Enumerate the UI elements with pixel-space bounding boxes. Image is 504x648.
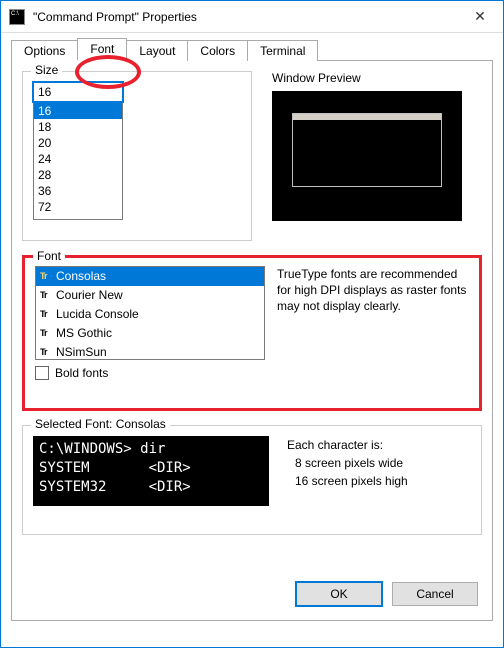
font-item-label: NSimSun [56,344,107,360]
tab-colors[interactable]: Colors [187,40,248,61]
preview-window-icon [292,113,442,187]
size-input[interactable] [33,82,123,102]
size-group-title: Size [31,63,62,77]
font-sample-box: C:\WINDOWS> dir SYSTEM <DIR> SYSTEM32 <D… [33,436,269,506]
truetype-icon: Tr [40,287,54,304]
tab-strip: Options Font Layout Colors Terminal [11,37,493,61]
close-icon: ✕ [474,8,486,25]
preview-box [272,91,462,221]
size-item[interactable]: 24 [34,151,122,167]
font-item-label: MS Gothic [56,325,112,342]
bold-fonts-checkbox[interactable] [35,366,49,380]
truetype-icon: Tr [40,306,54,323]
character-dimensions: Each character is: 8 screen pixels wide … [287,436,408,490]
tab-layout[interactable]: Layout [126,40,188,61]
font-group-title: Font [33,249,65,263]
font-listbox[interactable]: Tr Consolas Tr Courier New Tr Lucida Con… [35,266,265,360]
titlebar: "Command Prompt" Properties ✕ [1,1,503,33]
properties-window: "Command Prompt" Properties ✕ Options Fo… [0,0,504,648]
font-group: Font Tr Consolas Tr Courier New Tr [22,255,482,411]
truetype-icon: Tr [40,344,54,360]
char-height-text: 16 screen pixels high [287,472,408,490]
char-intro: Each character is: [287,438,383,452]
size-item[interactable]: 36 [34,183,122,199]
content-area: Options Font Layout Colors Terminal Size… [1,33,503,647]
size-group: Size 16 18 20 24 28 36 72 [22,71,252,241]
size-listbox[interactable]: 16 18 20 24 28 36 72 [33,102,123,220]
dialog-buttons: OK Cancel [296,582,478,606]
font-item[interactable]: Tr Courier New [36,286,264,305]
font-item[interactable]: Tr MS Gothic [36,324,264,343]
font-item[interactable]: Tr Lucida Console [36,305,264,324]
window-preview-area: Window Preview [272,71,462,255]
font-item-label: Lucida Console [56,306,139,323]
tab-panel-font: Size 16 18 20 24 28 36 72 Window Preview [11,61,493,621]
truetype-icon: Tr [40,325,54,342]
font-item[interactable]: Tr NSimSun [36,343,264,360]
selected-font-group: Selected Font: Consolas C:\WINDOWS> dir … [22,425,482,535]
app-icon [9,9,25,25]
size-item[interactable]: 28 [34,167,122,183]
font-item-label: Consolas [56,268,106,285]
font-description: TrueType fonts are recommended for high … [277,266,467,360]
bold-fonts-label: Bold fonts [55,366,108,380]
size-item[interactable]: 72 [34,199,122,215]
selected-font-title: Selected Font: Consolas [31,417,170,431]
tab-terminal[interactable]: Terminal [247,40,318,61]
char-width-text: 8 screen pixels wide [287,454,408,472]
font-item[interactable]: Tr Consolas [36,267,264,286]
ok-button[interactable]: OK [296,582,382,606]
cancel-button[interactable]: Cancel [392,582,478,606]
truetype-icon: Tr [40,268,54,285]
font-item-label: Courier New [56,287,123,304]
window-title: "Command Prompt" Properties [33,10,457,24]
tab-font[interactable]: Font [77,38,127,61]
size-item[interactable]: 20 [34,135,122,151]
close-button[interactable]: ✕ [457,1,503,33]
preview-label: Window Preview [272,71,462,85]
size-item[interactable]: 16 [34,103,122,119]
tab-options[interactable]: Options [11,40,78,61]
size-item[interactable]: 18 [34,119,122,135]
